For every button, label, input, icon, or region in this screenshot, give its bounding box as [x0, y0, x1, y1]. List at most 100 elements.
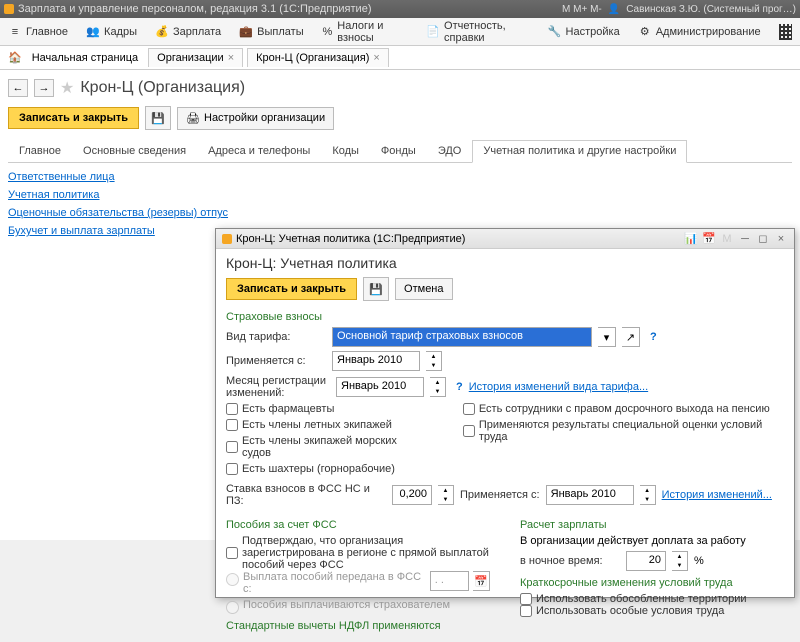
- fss-confirm[interactable]: Подтверждаю, что организация зарегистрир…: [226, 535, 490, 571]
- tab-home[interactable]: Начальная страница: [26, 52, 144, 64]
- itab-address[interactable]: Адреса и телефоны: [197, 140, 321, 162]
- section-salary: Расчет зарплаты: [520, 519, 784, 531]
- itab-edo[interactable]: ЭДО: [427, 140, 473, 162]
- link-policy[interactable]: Учетная политика: [8, 189, 792, 201]
- itab-fondy[interactable]: Фонды: [370, 140, 427, 162]
- close-icon[interactable]: ×: [228, 52, 234, 64]
- itab-main[interactable]: Главное: [8, 140, 72, 162]
- dialog-cancel[interactable]: Отмена: [395, 278, 452, 300]
- dialog-save-close[interactable]: Записать и закрыть: [226, 278, 357, 300]
- applies-from-label: Применяется с:: [226, 355, 326, 367]
- history-link[interactable]: История изменений вида тарифа...: [469, 381, 648, 393]
- people-icon: 👥: [86, 25, 100, 39]
- link-reserves[interactable]: Оценочные обязательства (резервы) отпус: [8, 207, 792, 219]
- section-ndfl: Стандартные вычеты НДФЛ применяются: [226, 620, 490, 632]
- app-icon: [4, 4, 14, 14]
- history2-link[interactable]: История изменений...: [662, 489, 772, 501]
- dialog-header: Крон-Ц: Учетная политика: [226, 255, 784, 271]
- back-button[interactable]: ←: [8, 79, 28, 97]
- fss-radio2: Пособия выплачиваются страхователем: [226, 599, 490, 614]
- apps-grid-icon[interactable]: [779, 24, 792, 40]
- applies-from2-input[interactable]: Январь 2010: [546, 485, 634, 505]
- user-icon: 👤: [608, 4, 620, 15]
- window-max-icon[interactable]: ◻: [756, 232, 770, 246]
- reg-month-input[interactable]: Январь 2010: [336, 377, 424, 397]
- app-icon: [222, 234, 232, 244]
- home-icon[interactable]: 🏠: [8, 51, 22, 64]
- applies-from-input[interactable]: Январь 2010: [332, 351, 420, 371]
- close-icon[interactable]: ×: [373, 52, 379, 64]
- toolbar-kadry[interactable]: 👥Кадры: [86, 25, 137, 39]
- check-miners[interactable]: Есть шахтеры (горнорабочие): [226, 463, 423, 475]
- app-title: Зарплата и управление персоналом, редакц…: [18, 3, 371, 15]
- toolbar-nastroika[interactable]: 🔧Настройка: [548, 25, 620, 39]
- toolbar-main[interactable]: ≡Главное: [8, 25, 68, 39]
- tariff-dropdown-icon[interactable]: ▾: [598, 327, 616, 347]
- check-flight[interactable]: Есть члены летных экипажей: [226, 419, 423, 431]
- check-farm[interactable]: Есть фармацевты: [226, 403, 423, 415]
- check-pension[interactable]: Есть сотрудники с правом досрочного выхо…: [463, 403, 784, 415]
- toolbar-zarplata[interactable]: 💰Зарплата: [155, 25, 221, 39]
- check-terr[interactable]: Использовать обособленные территории: [520, 593, 784, 605]
- window-min-icon[interactable]: ─: [738, 232, 752, 246]
- applies-from2-label: Применяется с:: [460, 489, 540, 501]
- calendar-icon: 📅: [473, 571, 490, 591]
- fss-date-input: . .: [430, 571, 469, 591]
- itab-osnov[interactable]: Основные сведения: [72, 140, 197, 162]
- night-spinner[interactable]: ▲▼: [672, 551, 688, 571]
- check-special[interactable]: Применяются результаты специальной оценк…: [463, 419, 784, 443]
- reg-spinner[interactable]: ▲▼: [430, 377, 446, 397]
- page-title: Крон-Ц (Организация): [80, 79, 245, 97]
- doc-icon: 📄: [426, 25, 440, 39]
- calc-m-labels: М М+ М-: [562, 4, 602, 15]
- favorite-star-icon[interactable]: ★: [60, 78, 74, 98]
- user-name: Савинская З.Ю. (Системный прог…): [626, 4, 796, 15]
- night-input[interactable]: 20: [626, 551, 666, 571]
- org-settings-button[interactable]: 🖨Настройки организации: [177, 107, 334, 130]
- percent-icon: %: [322, 25, 334, 39]
- section-short: Краткосрочные изменения условий труда: [520, 577, 784, 589]
- gear-icon: ⚙: [638, 25, 652, 39]
- toolbar-admin[interactable]: ⚙Администрирование: [638, 25, 761, 39]
- link-responsible[interactable]: Ответственные лица: [8, 171, 792, 183]
- tariff-open-icon[interactable]: ↗: [622, 327, 640, 347]
- policy-dialog: Крон-Ц: Учетная политика (1С:Предприятие…: [215, 228, 795, 598]
- help-icon[interactable]: ?: [650, 331, 657, 343]
- tab-organizations[interactable]: Организации×: [148, 48, 243, 67]
- toolbar-otchet[interactable]: 📄Отчетность, справки: [426, 20, 529, 44]
- dialog-save[interactable]: 💾: [363, 277, 389, 301]
- help-icon[interactable]: ?: [456, 381, 463, 393]
- tab-kron-org[interactable]: Крон-Ц (Организация)×: [247, 48, 389, 67]
- fss-rate-input[interactable]: 0,200: [392, 485, 432, 505]
- percent-label: %: [694, 555, 704, 567]
- m-icon: M: [720, 232, 734, 246]
- tariff-input[interactable]: Основной тариф страховых взносов: [332, 327, 592, 347]
- content-area: ← → ★ Крон-Ц (Организация) Записать и за…: [0, 70, 800, 540]
- main-toolbar: ≡Главное 👥Кадры 💰Зарплата 💼Выплаты %Нало…: [0, 18, 800, 46]
- cal-icon[interactable]: 📅: [702, 232, 716, 246]
- check-marine[interactable]: Есть члены экипажей морских судов: [226, 435, 423, 459]
- applies2-spinner[interactable]: ▲▼: [640, 485, 656, 505]
- check-cond[interactable]: Использовать особые условия труда: [520, 605, 784, 617]
- night-label: в ночное время:: [520, 555, 620, 567]
- itab-kody[interactable]: Коды: [321, 140, 370, 162]
- inner-tabs: Главное Основные сведения Адреса и телеф…: [8, 140, 792, 163]
- forward-button[interactable]: →: [34, 79, 54, 97]
- section-insurance: Страховые взносы: [226, 311, 784, 323]
- toolbar-nalogi[interactable]: %Налоги и взносы: [322, 20, 409, 44]
- window-close-icon[interactable]: ×: [774, 232, 788, 246]
- money-icon: 💰: [155, 25, 169, 39]
- save-close-button[interactable]: Записать и закрыть: [8, 107, 139, 129]
- app-titlebar: Зарплата и управление персоналом, редакц…: [0, 0, 800, 18]
- section-fss: Пособия за счет ФСС: [226, 519, 490, 531]
- calc-icon[interactable]: 📊: [684, 232, 698, 246]
- applies-spinner[interactable]: ▲▼: [426, 351, 442, 371]
- dialog-title: Крон-Ц: Учетная политика (1С:Предприятие…: [236, 233, 465, 245]
- fss-rate-label: Ставка взносов в ФСС НС и ПЗ:: [226, 483, 386, 507]
- dialog-titlebar: Крон-Ц: Учетная политика (1С:Предприятие…: [216, 229, 794, 249]
- itab-policy[interactable]: Учетная политика и другие настройки: [472, 140, 687, 163]
- fss-rate-spinner[interactable]: ▲▼: [438, 485, 454, 505]
- menu-icon: ≡: [8, 25, 22, 39]
- save-button[interactable]: 💾: [145, 106, 171, 130]
- toolbar-vyplaty[interactable]: 💼Выплаты: [239, 25, 303, 39]
